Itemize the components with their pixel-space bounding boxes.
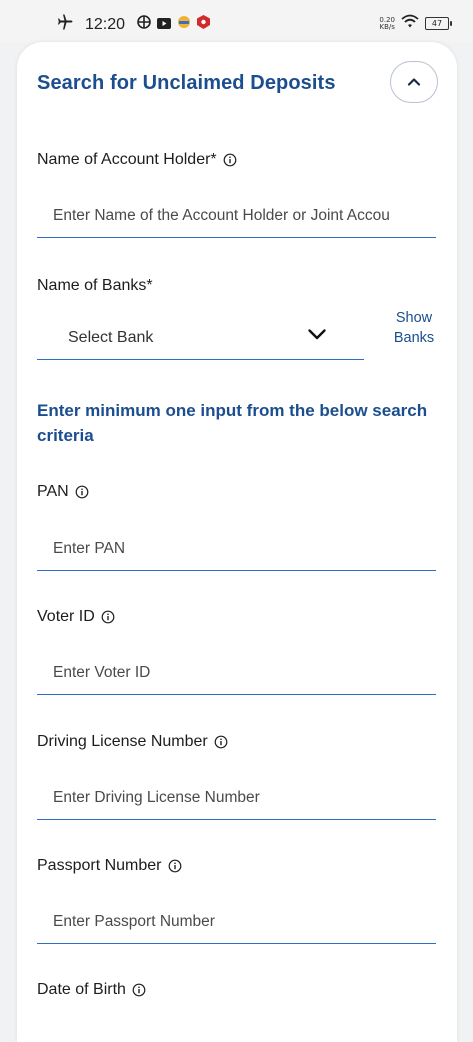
info-icon[interactable] [223, 153, 237, 167]
info-icon[interactable] [214, 735, 228, 749]
network-speed: 0.20 KB/s [379, 15, 395, 31]
status-bar: 12:20 0.20 KB/s 47 [0, 0, 473, 42]
voter-id-label-text: Voter ID [37, 608, 95, 625]
card-title: Search for Unclaimed Deposits [37, 72, 336, 94]
target-icon [137, 15, 151, 34]
info-icon[interactable] [101, 610, 115, 624]
search-card: Search for Unclaimed Deposits Name of Ac… [17, 42, 457, 1042]
banks-label: Name of Banks* [37, 277, 153, 295]
info-icon[interactable] [132, 983, 146, 997]
dob-label-text: Date of Birth [37, 981, 126, 998]
pan-label: PAN [37, 483, 89, 501]
driving-license-label: Driving License Number [37, 733, 228, 751]
show-banks-line2: Banks [393, 330, 435, 346]
account-holder-label: Name of Account Holder* [37, 151, 237, 169]
info-icon[interactable] [168, 859, 182, 873]
pan-input[interactable]: Enter PAN [37, 530, 436, 571]
driving-license-placeholder: Enter Driving License Number [53, 789, 260, 806]
youtube-icon [157, 16, 172, 34]
passport-input[interactable]: Enter Passport Number [37, 903, 436, 944]
airplane-icon [57, 14, 75, 35]
driving-license-input[interactable]: Enter Driving License Number [37, 779, 436, 820]
shield-app-icon [197, 15, 211, 34]
chevron-down-icon [307, 327, 327, 346]
show-banks-link[interactable]: Show Banks [387, 308, 441, 348]
pan-placeholder: Enter PAN [53, 540, 126, 557]
show-banks-line1: Show [395, 310, 433, 326]
passport-placeholder: Enter Passport Number [53, 913, 215, 930]
account-holder-input[interactable]: Enter Name of the Account Holder or Join… [37, 197, 436, 238]
bank-select-value: Select Bank [68, 329, 154, 346]
passport-label-text: Passport Number [37, 857, 162, 874]
criteria-heading: Enter minimum one input from the below s… [37, 401, 428, 445]
status-left: 12:20 [57, 14, 211, 35]
collapse-button[interactable] [390, 61, 438, 103]
pan-label-text: PAN [37, 483, 69, 500]
info-icon[interactable] [75, 485, 89, 499]
dob-label: Date of Birth [37, 981, 146, 999]
account-holder-placeholder: Enter Name of the Account Holder or Join… [53, 207, 390, 224]
voter-id-input[interactable]: Enter Voter ID [37, 654, 436, 695]
voter-id-placeholder: Enter Voter ID [53, 664, 151, 681]
status-right: 0.20 KB/s 47 [379, 14, 452, 33]
app-icon [177, 15, 191, 34]
banks-label-text: Name of Banks* [37, 277, 153, 294]
clock: 12:20 [85, 15, 126, 33]
wifi-icon [401, 14, 419, 33]
voter-id-label: Voter ID [37, 608, 115, 626]
battery-indicator: 47 [425, 17, 452, 30]
bank-select[interactable]: Select Bank [37, 319, 364, 360]
passport-label: Passport Number [37, 857, 182, 875]
driving-license-label-text: Driving License Number [37, 733, 208, 750]
chevron-up-icon [407, 73, 421, 91]
account-holder-label-text: Name of Account Holder* [37, 151, 217, 168]
